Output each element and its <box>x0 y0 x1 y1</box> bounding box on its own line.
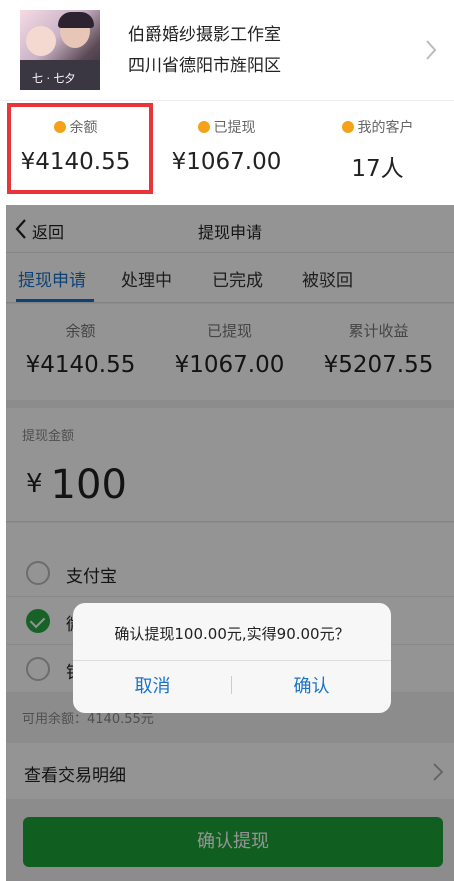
dialog-ok-button[interactable]: 确认 <box>232 661 391 713</box>
confirm-dialog: 确认提现100.00元,实得90.00元？ 取消 确认 <box>73 603 391 713</box>
stat-customers-value: 17人 <box>351 156 404 182</box>
stat-withdrawn-value: ¥1067.00 <box>171 149 282 175</box>
balance-highlight-box <box>7 103 153 194</box>
stat-withdrawn-label: 已提现 <box>213 120 256 136</box>
stat-customers[interactable]: 我的客户 17人 <box>302 101 453 199</box>
stat-withdrawn[interactable]: 已提现 ¥1067.00 <box>151 101 302 199</box>
chevron-right-icon <box>426 40 437 60</box>
modal-overlay[interactable] <box>6 205 454 881</box>
user-coin-icon <box>197 121 210 133</box>
dialog-cancel-button[interactable]: 取消 <box>73 661 232 713</box>
customer-icon <box>341 121 354 133</box>
withdrawal-screen: 返回 提现申请 提现申请 处理中 已完成 被驳回 余额 ¥4140.55 已提现… <box>6 205 454 881</box>
studio-avatar: 七 · 七夕 <box>20 10 100 90</box>
avatar-caption: 七 · 七夕 <box>32 72 76 85</box>
stat-customers-label: 我的客户 <box>357 120 414 136</box>
studio-name: 伯爵婚纱摄影工作室 <box>128 25 281 45</box>
studio-profile-card[interactable]: 七 · 七夕 伯爵婚纱摄影工作室 四川省德阳市旌阳区 <box>0 0 454 100</box>
dialog-message: 确认提现100.00元,实得90.00元？ <box>114 625 350 643</box>
studio-address: 四川省德阳市旌阳区 <box>128 56 281 76</box>
